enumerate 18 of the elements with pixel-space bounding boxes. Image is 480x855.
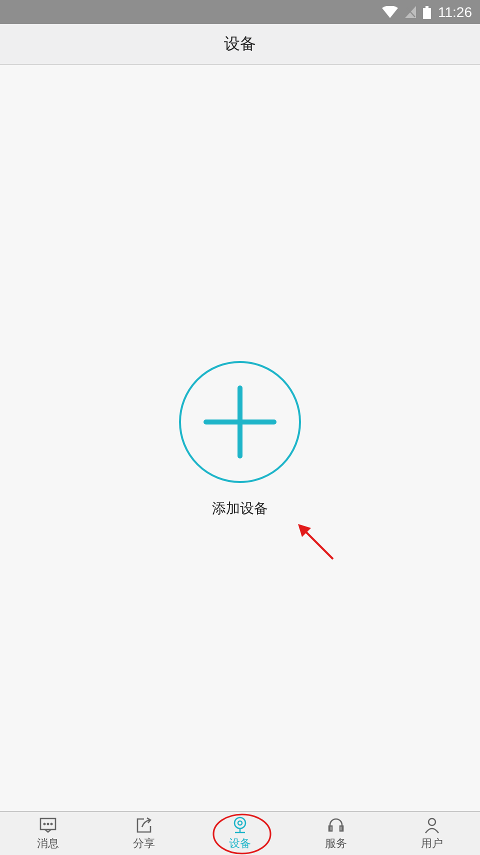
battery-icon	[423, 6, 431, 18]
tab[interactable]: 用户	[384, 812, 480, 855]
add-device-button[interactable]	[178, 360, 302, 484]
annotation-arrow	[297, 523, 335, 561]
user-icon	[423, 816, 441, 834]
message-icon	[39, 816, 57, 834]
wifi-icon	[382, 6, 398, 18]
tab[interactable]: 分享	[96, 812, 192, 855]
service-icon	[327, 816, 345, 834]
add-device-label: 添加设备	[212, 500, 268, 518]
no-signal-icon	[405, 6, 416, 18]
share-icon	[135, 816, 153, 834]
device-icon	[231, 816, 249, 834]
tab[interactable]: 服务	[288, 812, 384, 855]
page-title: 设备	[224, 34, 256, 54]
tab[interactable]: 消息	[0, 812, 96, 855]
status-time: 11:26	[438, 4, 472, 20]
annotation-circle	[212, 813, 272, 855]
